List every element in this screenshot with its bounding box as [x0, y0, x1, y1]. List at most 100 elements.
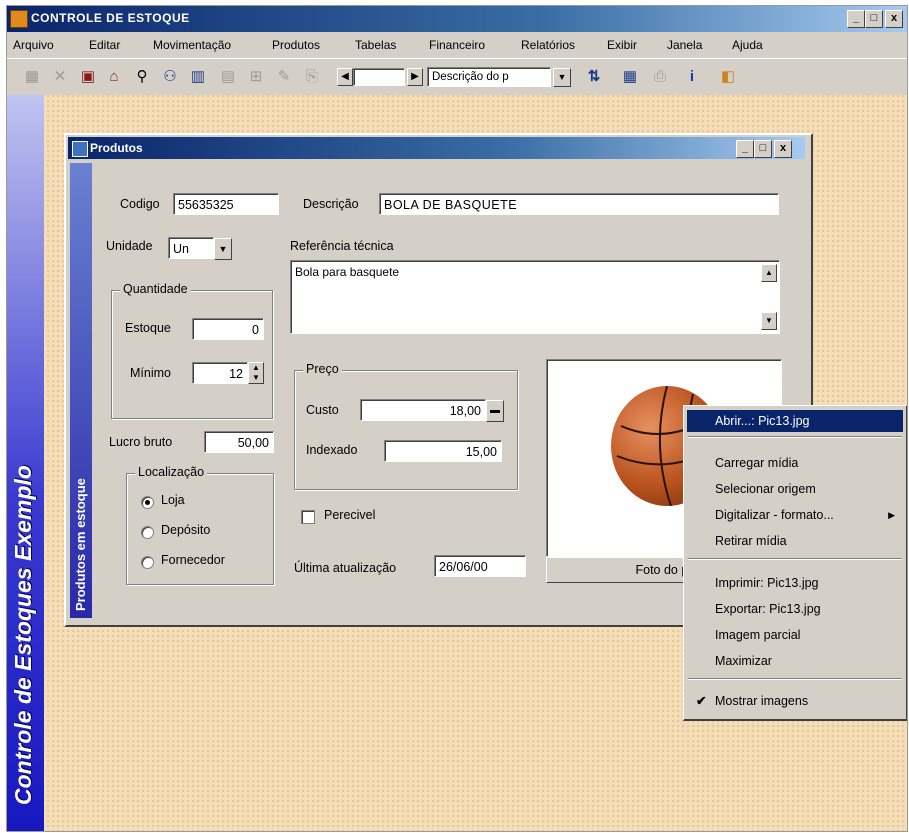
ctx-mostrar-imagens-label: Mostrar imagens [715, 694, 809, 708]
lucro-bruto-field[interactable]: 50,00 [204, 431, 274, 453]
app-icon [10, 10, 28, 28]
radio-deposito[interactable] [141, 526, 154, 539]
unidade-dropdown-icon[interactable]: ▼ [214, 238, 232, 260]
sidebar-banner: Controle de Estoques Exemplo [7, 95, 44, 831]
preco-label: Preço [303, 362, 342, 376]
child-close-button[interactable]: x [774, 140, 792, 158]
menu-exibir[interactable]: Exibir [607, 38, 637, 52]
nav-next-icon[interactable]: ▶ [407, 68, 423, 86]
close-button[interactable]: x [885, 10, 903, 28]
ctx-digitalizar[interactable]: Digitalizar - formato... ▶ [687, 504, 903, 526]
ctx-maximizar[interactable]: Maximizar [687, 650, 903, 672]
codigo-label: Codigo [120, 197, 160, 211]
ctx-selecionar-origem[interactable]: Selecionar origem [687, 478, 903, 500]
estoque-label: Estoque [125, 321, 171, 335]
ultima-atualizacao-label: Última atualização [294, 561, 397, 575]
radio-loja-label: Loja [161, 493, 185, 507]
minimo-field[interactable]: 12 [192, 362, 248, 384]
unidade-select[interactable]: Un [168, 237, 214, 259]
sort-icon[interactable]: ⇅ [585, 68, 603, 86]
sidebar-banner-text: Controle de Estoques Exemplo [10, 465, 36, 805]
quantidade-group: Quantidade [111, 282, 273, 419]
quantidade-label: Quantidade [120, 282, 191, 296]
toolbar: ▦ ✕ ▣ ⌂ ⚲ ⚇ ▥ ▤ ⊞ ✎ ⎘ ◀ ▶ Descrição do p… [7, 58, 907, 96]
tool-icon[interactable]: ✎ [275, 68, 293, 86]
produtos-window-icon [72, 141, 88, 157]
minimize-button[interactable]: _ [847, 10, 865, 28]
radio-deposito-label: Depósito [161, 523, 211, 537]
maximize-button[interactable]: □ [865, 10, 883, 28]
child-maximize-button[interactable]: □ [754, 140, 772, 158]
scroll-down-icon[interactable]: ▼ [761, 312, 777, 330]
search-field-select[interactable]: Descrição do p [427, 67, 551, 87]
ctx-imprimir[interactable]: Imprimir: Pic13.jpg [687, 572, 903, 594]
nav-prev-icon[interactable]: ◀ [337, 68, 353, 86]
menu-ajuda[interactable]: Ajuda [732, 38, 763, 52]
ctx-carregar-midia[interactable]: Carregar mídia [687, 452, 903, 474]
exit-icon[interactable]: ◧ [719, 68, 737, 86]
menubar: Arquivo Editar Movimentação Produtos Tab… [7, 33, 907, 57]
menu-arquivo[interactable]: Arquivo [13, 38, 54, 52]
radio-loja[interactable] [141, 496, 154, 509]
scroll-up-icon[interactable]: ▲ [761, 264, 777, 282]
context-menu: Abrir...: Pic13.jpg Carregar mídia Selec… [683, 405, 907, 721]
nav-record-field[interactable] [353, 68, 405, 86]
radio-fornecedor[interactable] [141, 556, 154, 569]
perecivel-checkbox[interactable] [301, 510, 315, 524]
vertical-tab[interactable]: Produtos em estoque [70, 163, 92, 618]
ctx-mostrar-imagens[interactable]: ✔ Mostrar imagens [687, 690, 903, 712]
menu-janela[interactable]: Janela [667, 38, 702, 52]
custo-field[interactable]: 18,00 [360, 399, 486, 421]
descricao-field[interactable]: BOLA DE BASQUETE [379, 193, 779, 215]
calendar-print-icon[interactable]: ▦ [621, 68, 639, 86]
localizacao-label: Localização [135, 465, 208, 479]
unidade-label: Unidade [106, 239, 153, 253]
export-icon[interactable]: ⎘ [303, 68, 321, 86]
menu-produtos[interactable]: Produtos [272, 38, 320, 52]
info-icon[interactable]: i [683, 68, 701, 86]
checkmark-icon: ✔ [696, 694, 707, 708]
produtos-title: Produtos [90, 141, 143, 155]
menu-editar[interactable]: Editar [89, 38, 120, 52]
estoque-field[interactable]: 0 [192, 318, 264, 340]
indexado-field[interactable]: 15,00 [384, 440, 502, 462]
descricao-label: Descrição [303, 197, 359, 211]
ref-tecnica-textarea[interactable]: Bola para basquete ▲ ▼ [290, 260, 780, 334]
custo-calculator-icon[interactable]: ▬ [486, 400, 504, 422]
grid-icon[interactable]: ▤ [219, 68, 237, 86]
menu-movimentacao[interactable]: Movimentação [153, 38, 231, 52]
minimo-spinner[interactable]: ▲ ▼ [248, 362, 264, 384]
menu-financeiro[interactable]: Financeiro [429, 38, 485, 52]
codigo-field[interactable]: 55635325 [173, 193, 279, 215]
users-icon[interactable]: ⚇ [161, 68, 179, 86]
ref-tecnica-label: Referência técnica [290, 239, 394, 253]
radio-fornecedor-label: Fornecedor [161, 553, 225, 567]
calendar-icon[interactable]: ▥ [189, 68, 207, 86]
ref-tecnica-text: Bola para basquete [295, 265, 400, 279]
ultima-atualizacao-field[interactable]: 26/06/00 [434, 555, 526, 577]
custo-label: Custo [306, 403, 339, 417]
produtos-titlebar: Produtos _ □ x [68, 137, 805, 159]
ctx-imagem-parcial[interactable]: Imagem parcial [687, 624, 903, 646]
ctx-separator [688, 436, 902, 438]
printer-icon[interactable]: ⎙ [651, 68, 669, 86]
binoculars-icon[interactable]: ⚲ [133, 68, 151, 86]
ctx-digitalizar-label: Digitalizar - formato... [715, 508, 834, 522]
print-preview-icon[interactable]: ⊞ [247, 68, 265, 86]
child-minimize-button[interactable]: _ [736, 140, 754, 158]
menu-relatorios[interactable]: Relatórios [521, 38, 575, 52]
ctx-exportar[interactable]: Exportar: Pic13.jpg [687, 598, 903, 620]
chevron-down-icon[interactable]: ▼ [553, 68, 571, 87]
perecivel-label: Perecivel [324, 508, 376, 522]
copy-icon[interactable]: ⌂ [105, 68, 123, 86]
menu-tabelas[interactable]: Tabelas [355, 38, 396, 52]
paste-icon[interactable]: ▣ [79, 68, 97, 86]
lucro-bruto-label: Lucro bruto [109, 435, 173, 449]
minimo-label: Mínimo [130, 366, 171, 380]
ctx-retirar-midia[interactable]: Retirar mídia [687, 530, 903, 552]
preco-group: Preço [294, 362, 518, 490]
ctx-abrir[interactable]: Abrir...: Pic13.jpg [687, 410, 903, 432]
cut-icon[interactable]: ✕ [51, 68, 69, 86]
vertical-tab-label: Produtos em estoque [73, 478, 88, 611]
ctx-separator [688, 678, 902, 680]
